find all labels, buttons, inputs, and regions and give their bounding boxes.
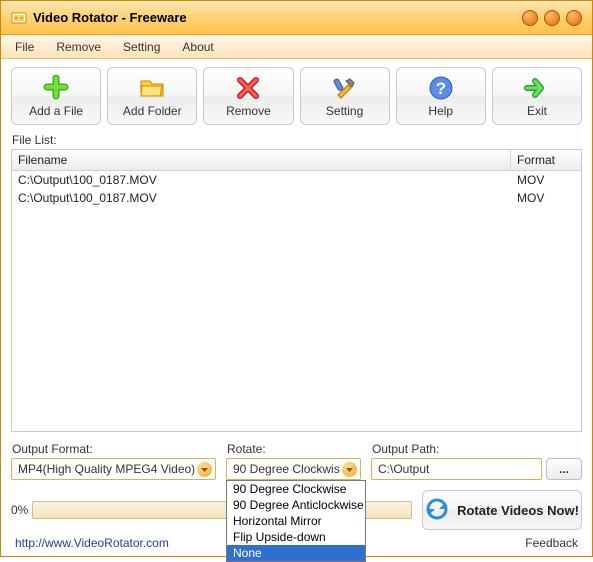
remove-label: Remove	[226, 104, 271, 118]
maximize-button[interactable]	[544, 10, 560, 26]
add-folder-label: Add Folder	[123, 104, 182, 118]
output-format-group: Output Format: MP4(High Quality MPEG4 Vi…	[11, 440, 216, 480]
plus-icon	[42, 74, 70, 102]
file-list-header: Filename Format	[12, 150, 581, 171]
cell-filename: C:\Output\100_0187.MOV	[12, 171, 511, 189]
rotate-label: Rotate:	[227, 442, 361, 456]
toolbar: Add a File Add Folder Remove Setting ? H…	[11, 67, 582, 125]
output-path-input[interactable]: C:\Output	[371, 458, 542, 480]
website-link[interactable]: http://www.VideoRotator.com	[15, 536, 169, 550]
file-list-label: File List:	[12, 133, 582, 147]
rotate-option[interactable]: 90 Degree Clockwise	[227, 481, 365, 497]
file-list-body[interactable]: C:\Output\100_0187.MOV MOV C:\Output\100…	[12, 171, 581, 431]
output-path-group: Output Path: C:\Output ...	[371, 440, 582, 480]
output-format-label: Output Format:	[12, 442, 216, 456]
window-title: Video Rotator - Freeware	[33, 10, 522, 25]
rotate-icon	[425, 497, 449, 524]
file-list: Filename Format C:\Output\100_0187.MOV M…	[11, 149, 582, 432]
rotate-now-label: Rotate Videos Now!	[457, 503, 579, 518]
add-file-label: Add a File	[29, 104, 83, 118]
table-row[interactable]: C:\Output\100_0187.MOV MOV	[12, 171, 581, 189]
rotate-group: Rotate: 90 Degree Clockwise	[226, 440, 361, 480]
output-path-value: C:\Output	[378, 462, 429, 476]
window-controls	[522, 10, 582, 26]
x-icon	[234, 74, 262, 102]
app-icon	[11, 10, 27, 26]
content-area: Add a File Add Folder Remove Setting ? H…	[1, 59, 592, 556]
rotate-option[interactable]: 90 Degree Anticlockwise	[227, 497, 365, 513]
menu-setting[interactable]: Setting	[113, 37, 170, 57]
output-format-select[interactable]: MP4(High Quality MPEG4 Video)	[11, 458, 216, 480]
menu-file[interactable]: File	[5, 37, 44, 57]
folder-icon	[138, 74, 166, 102]
chevron-down-icon	[342, 462, 357, 477]
chevron-down-icon	[197, 462, 212, 477]
rotate-option-selected[interactable]: None	[227, 545, 365, 561]
rotate-dropdown[interactable]: 90 Degree Clockwise 90 Degree Anticlockw…	[226, 480, 366, 562]
cell-format: MOV	[511, 171, 581, 189]
add-file-button[interactable]: Add a File	[11, 67, 101, 125]
column-format[interactable]: Format	[511, 150, 581, 170]
rotate-option[interactable]: Flip Upside-down	[227, 529, 365, 545]
close-button[interactable]	[566, 10, 582, 26]
app-window: Video Rotator - Freeware File Remove Set…	[0, 0, 593, 557]
remove-button[interactable]: Remove	[203, 67, 293, 125]
menu-bar: File Remove Setting About	[1, 35, 592, 59]
help-label: Help	[428, 104, 453, 118]
menu-remove[interactable]: Remove	[46, 37, 111, 57]
help-icon: ?	[427, 74, 455, 102]
progress-percent: 0%	[11, 503, 28, 517]
help-button[interactable]: ? Help	[396, 67, 486, 125]
feedback-link[interactable]: Feedback	[525, 536, 578, 550]
rotate-option[interactable]: Horizontal Mirror	[227, 513, 365, 529]
menu-about[interactable]: About	[172, 37, 223, 57]
exit-label: Exit	[527, 104, 547, 118]
cell-format: MOV	[511, 189, 581, 207]
exit-button[interactable]: Exit	[492, 67, 582, 125]
column-filename[interactable]: Filename	[12, 150, 511, 170]
options-row: Output Format: MP4(High Quality MPEG4 Vi…	[11, 440, 582, 480]
add-folder-button[interactable]: Add Folder	[107, 67, 197, 125]
rotate-select[interactable]: 90 Degree Clockwise	[226, 458, 361, 480]
cell-filename: C:\Output\100_0187.MOV	[12, 189, 511, 207]
output-path-label: Output Path:	[372, 442, 582, 456]
tools-icon	[331, 74, 359, 102]
output-format-value: MP4(High Quality MPEG4 Video)	[18, 462, 195, 476]
title-bar: Video Rotator - Freeware	[1, 1, 592, 35]
minimize-button[interactable]	[522, 10, 538, 26]
browse-button[interactable]: ...	[546, 458, 582, 480]
rotate-value: 90 Degree Clockwise	[233, 462, 340, 476]
setting-button[interactable]: Setting	[300, 67, 390, 125]
arrow-right-icon	[523, 74, 551, 102]
setting-label: Setting	[326, 104, 363, 118]
rotate-now-button[interactable]: Rotate Videos Now!	[422, 490, 582, 530]
table-row[interactable]: C:\Output\100_0187.MOV MOV	[12, 189, 581, 207]
svg-text:?: ?	[436, 79, 446, 98]
